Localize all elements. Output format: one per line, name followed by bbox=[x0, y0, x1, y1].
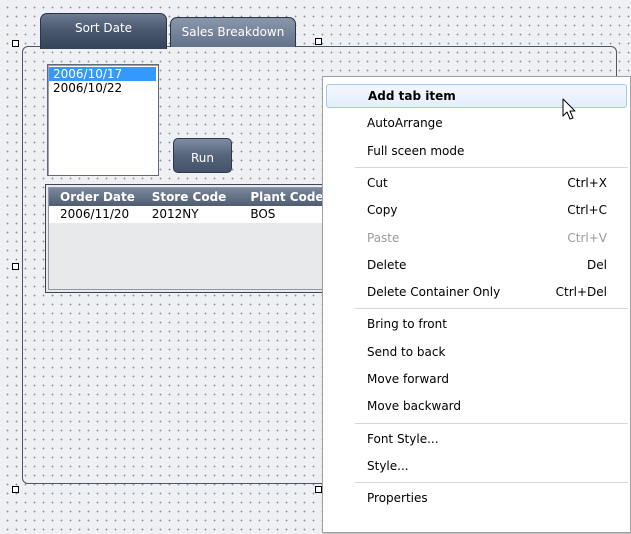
menu-item-move-forward[interactable]: Move forward bbox=[326, 367, 627, 391]
data-grid-body: Order Date Store Code Plant Code 2006/11… bbox=[48, 187, 334, 290]
menu-item-shortcut: Ctrl+C bbox=[567, 203, 607, 218]
menu-item-label: Bring to front bbox=[367, 317, 447, 332]
tab-label: Sales Breakdown bbox=[181, 25, 285, 39]
menu-item-label: Delete bbox=[367, 257, 407, 272]
menu-item-copy[interactable]: Copy Ctrl+C bbox=[326, 198, 627, 222]
menu-separator bbox=[355, 308, 628, 310]
table-cell: BOS bbox=[250, 207, 276, 221]
menu-item-label: Cut bbox=[367, 175, 388, 190]
table-cell: 2012NY bbox=[151, 207, 199, 221]
resize-handle-top-middle[interactable] bbox=[315, 38, 322, 45]
menu-item-shortcut: Ctrl+V bbox=[567, 230, 607, 245]
menu-item-shortcut: Ctrl+X bbox=[567, 175, 607, 190]
menu-item-paste[interactable]: Paste Ctrl+V bbox=[326, 226, 627, 250]
menu-item-label: AutoArrange bbox=[367, 116, 443, 131]
menu-item-autoarrange[interactable]: AutoArrange bbox=[326, 111, 627, 135]
menu-separator bbox=[355, 166, 628, 168]
menu-item-label: Add tab item bbox=[368, 89, 456, 103]
resize-handle-bottom-left[interactable] bbox=[12, 486, 19, 493]
menu-item-label: Move backward bbox=[367, 399, 462, 414]
mouse-pointer-icon bbox=[562, 98, 576, 120]
column-header-order-date[interactable]: Order Date bbox=[49, 188, 142, 206]
tab-label: Sort Date bbox=[74, 21, 133, 35]
menu-item-label: Style... bbox=[367, 458, 409, 473]
menu-item-label: Full sceen mode bbox=[367, 143, 465, 158]
run-button-label: Run bbox=[190, 150, 214, 165]
menu-item-delete-container-only[interactable]: Delete Container Only Ctrl+Del bbox=[326, 280, 627, 304]
column-header-plant-code[interactable]: Plant Code bbox=[235, 188, 333, 206]
menu-separator bbox=[355, 482, 628, 484]
data-grid[interactable]: Order Date Store Code Plant Code 2006/11… bbox=[45, 184, 335, 293]
run-button[interactable]: Run bbox=[173, 138, 232, 173]
menu-item-bring-to-front[interactable]: Bring to front bbox=[326, 312, 627, 336]
tab-sales-breakdown[interactable]: Sales Breakdown bbox=[170, 17, 296, 47]
listbox-item[interactable]: 2006/10/22 bbox=[49, 81, 156, 95]
menu-item-delete[interactable]: Delete Del bbox=[326, 253, 627, 277]
menu-item-label: Properties bbox=[367, 491, 428, 506]
resize-handle-top-left[interactable] bbox=[12, 40, 19, 47]
table-row[interactable]: 2006/11/20 2012NY BOS bbox=[49, 206, 333, 223]
menu-item-label: Copy bbox=[367, 203, 398, 218]
column-header-store-code[interactable]: Store Code bbox=[142, 188, 236, 206]
date-listbox[interactable]: 2006/10/17 2006/10/22 bbox=[47, 64, 159, 176]
resize-handle-bottom-middle[interactable] bbox=[315, 486, 322, 493]
menu-item-font-style[interactable]: Font Style... bbox=[326, 427, 627, 451]
menu-item-shortcut: Del bbox=[587, 257, 607, 272]
menu-item-move-backward[interactable]: Move backward bbox=[326, 394, 627, 418]
menu-item-label: Send to back bbox=[367, 344, 446, 359]
context-menu: Add tab item AutoArrange Full sceen mode Cu… bbox=[322, 76, 631, 533]
menu-item-add-tab-item[interactable]: Add tab item bbox=[326, 84, 627, 108]
menu-item-cut[interactable]: Cut Ctrl+X bbox=[326, 171, 627, 195]
menu-item-send-to-back[interactable]: Send to back bbox=[326, 340, 627, 364]
menu-item-properties[interactable]: Properties bbox=[326, 486, 627, 510]
menu-item-label: Font Style... bbox=[367, 431, 439, 446]
menu-item-shortcut: Ctrl+Del bbox=[555, 285, 607, 300]
menu-item-full-sceen-mode[interactable]: Full sceen mode bbox=[326, 139, 627, 163]
menu-separator bbox=[355, 422, 628, 424]
menu-item-label: Delete Container Only bbox=[367, 285, 501, 300]
menu-item-label: Move forward bbox=[367, 372, 450, 386]
grid-header: Order Date Store Code Plant Code bbox=[49, 188, 333, 206]
listbox-item[interactable]: 2006/10/17 bbox=[49, 67, 156, 81]
table-cell: 2006/11/20 bbox=[60, 207, 130, 221]
resize-handle-middle-left[interactable] bbox=[12, 263, 19, 270]
tab-sort-date[interactable]: Sort Date bbox=[40, 13, 167, 49]
menu-item-style[interactable]: Style... bbox=[326, 454, 627, 478]
menu-item-label: Paste bbox=[367, 230, 400, 245]
